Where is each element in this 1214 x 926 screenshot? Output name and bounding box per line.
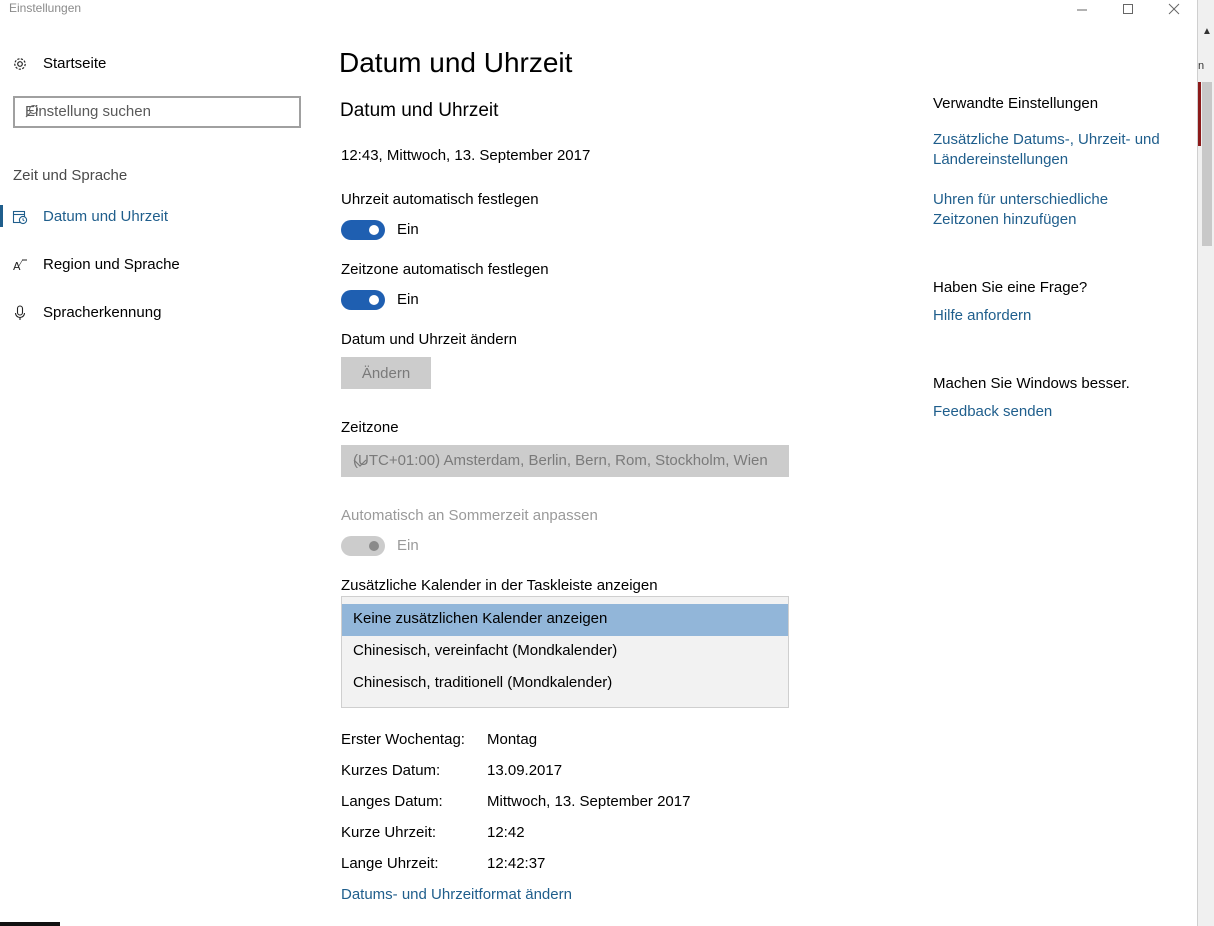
related-link-world-clocks[interactable]: Uhren für unterschiedliche Zeitzonen hin… — [933, 190, 1173, 230]
related-link-additional-settings[interactable]: Zusätzliche Datums-, Uhrzeit- und Länder… — [933, 130, 1173, 170]
improve-title: Machen Sie Windows besser. — [933, 375, 1130, 392]
background-scrollbar[interactable] — [1202, 82, 1212, 246]
calendars-label: Zusätzliche Kalender in der Taskleiste a… — [341, 577, 658, 594]
first-weekday-value: Montag — [487, 731, 538, 748]
calendars-listbox[interactable]: Keine zusätzlichen Kalender anzeigen Chi… — [341, 596, 789, 708]
long-time-label: Lange Uhrzeit: — [341, 855, 439, 872]
background-window-accent — [1198, 82, 1201, 146]
chevron-down-icon — [353, 455, 778, 472]
question-title: Haben Sie eine Frage? — [933, 279, 1088, 296]
short-time-label: Kurze Uhrzeit: — [341, 824, 437, 841]
auto-time-state: Ein — [397, 221, 419, 238]
timezone-label: Zeitzone — [341, 419, 399, 436]
calendar-option[interactable]: Chinesisch, vereinfacht (Mondkalender) — [342, 636, 788, 668]
first-weekday-label: Erster Wochentag: — [341, 731, 465, 748]
related-title: Verwandte Einstellungen — [933, 95, 1099, 112]
sidebar-item-region-und-sprache[interactable]: A ⁄ Region und Sprache — [12, 256, 180, 273]
sidebar-item-label: Datum und Uhrzeit — [43, 208, 169, 225]
search-input[interactable]: Einstellung suchen — [13, 96, 301, 128]
short-time-value: 12:42 — [487, 824, 525, 841]
calendar-clock-icon — [12, 209, 28, 225]
long-date-value: Mittwoch, 13. September 2017 — [487, 793, 691, 810]
change-datetime-label: Datum und Uhrzeit ändern — [341, 331, 517, 348]
dst-toggle[interactable] — [341, 536, 385, 556]
microphone-icon — [12, 304, 28, 321]
long-date-label: Langes Datum: — [341, 793, 443, 810]
short-date-value: 13.09.2017 — [487, 762, 563, 779]
auto-time-toggle[interactable] — [341, 220, 385, 240]
page-title: Datum und Uhrzeit — [339, 47, 573, 78]
calendar-option-label: Chinesisch, traditionell (Mondkalender) — [353, 674, 613, 691]
auto-timezone-toggle[interactable] — [341, 290, 385, 310]
format-change-link[interactable]: Datums- und Uhrzeitformat ändern — [341, 886, 572, 903]
current-datetime: 12:43, Mittwoch, 13. September 2017 — [341, 147, 591, 164]
dst-state: Ein — [397, 537, 419, 554]
calendar-option[interactable]: Chinesisch, traditionell (Mondkalender) — [342, 668, 788, 700]
gear-icon — [12, 56, 28, 72]
window-title: Einstellungen — [9, 1, 82, 15]
taskbar-edge — [0, 922, 60, 926]
feedback-link[interactable]: Feedback senden — [933, 402, 1173, 422]
timezone-dropdown[interactable]: (UTC+01:00) Amsterdam, Berlin, Bern, Rom… — [341, 445, 789, 477]
active-indicator — [0, 205, 3, 227]
auto-timezone-label: Zeitzone automatisch festlegen — [341, 261, 549, 278]
dst-label: Automatisch an Sommerzeit anpassen — [341, 507, 598, 524]
sidebar-home[interactable]: Startseite — [12, 55, 106, 72]
search-icon[interactable] — [25, 104, 291, 122]
minimize-button[interactable] — [1059, 0, 1105, 18]
chevron-up-icon: ▲ — [1202, 26, 1212, 37]
region-language-icon: A ⁄ — [12, 257, 28, 273]
background-window-text: n — [1198, 60, 1205, 72]
change-datetime-button[interactable]: Ändern — [341, 357, 431, 389]
sidebar-item-label: Spracherkennung — [43, 304, 162, 321]
maximize-button[interactable] — [1105, 0, 1151, 18]
sidebar-item-label: Region und Sprache — [43, 256, 180, 273]
calendar-option-label: Keine zusätzlichen Kalender anzeigen — [353, 610, 608, 627]
help-link[interactable]: Hilfe anfordern — [933, 306, 1173, 326]
auto-time-label: Uhrzeit automatisch festlegen — [341, 191, 539, 208]
sidebar-section-title: Zeit und Sprache — [13, 167, 128, 184]
background-window-edge: ▲ n — [1197, 0, 1214, 926]
long-time-value: 12:42:37 — [487, 855, 546, 872]
auto-timezone-state: Ein — [397, 291, 419, 308]
sidebar-item-datum-und-uhrzeit[interactable]: Datum und Uhrzeit — [12, 208, 168, 225]
short-date-label: Kurzes Datum: — [341, 762, 441, 779]
calendar-option[interactable]: Keine zusätzlichen Kalender anzeigen — [342, 604, 788, 636]
section-title: Datum und Uhrzeit — [340, 100, 499, 121]
close-button[interactable] — [1151, 0, 1197, 18]
minimize-icon — [1077, 9, 1087, 11]
calendar-option-label: Chinesisch, vereinfacht (Mondkalender) — [353, 642, 618, 659]
sidebar-item-spracherkennung[interactable]: Spracherkennung — [12, 304, 161, 321]
close-icon — [1168, 3, 1180, 15]
sidebar-home-label: Startseite — [43, 55, 107, 72]
maximize-icon — [1123, 4, 1133, 14]
